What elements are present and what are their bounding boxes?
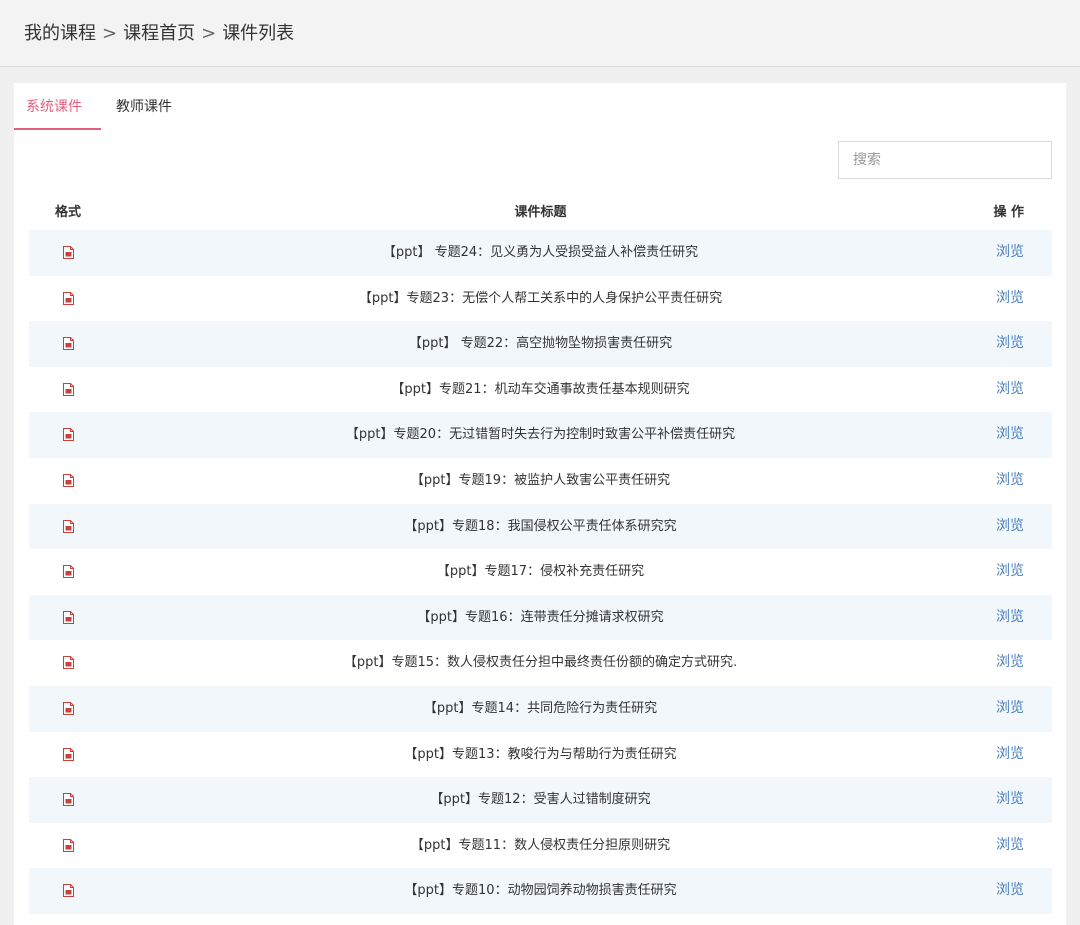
browse-link[interactable]: 浏览 <box>996 458 1024 504</box>
breadcrumb-item-my-courses[interactable]: 我的课程 <box>24 23 96 44</box>
courseware-title: 【ppt】专题15：数人侵权责任分担中最终责任份额的确定方式研究. <box>343 655 738 671</box>
ppt-file-icon <box>63 337 74 351</box>
browse-link[interactable]: 浏览 <box>996 732 1024 778</box>
ppt-file-icon <box>63 656 74 670</box>
courseware-title: 【ppt】专题16：连带责任分摊请求权研究 <box>417 609 664 625</box>
ppt-file-icon <box>63 473 74 487</box>
browse-link[interactable]: 浏览 <box>996 549 1024 595</box>
table-row: 【ppt】专题13：教唆行为与帮助行为责任研究 浏览 <box>29 732 1052 778</box>
ppt-file-icon <box>63 382 74 396</box>
ppt-file-icon <box>63 838 74 852</box>
table-row: 【ppt】专题11：数人侵权责任分担原则研究 浏览 <box>29 823 1052 869</box>
tab-bar: 系统课件 教师课件 <box>14 83 1066 131</box>
ppt-file-icon <box>63 747 74 761</box>
active-tab-indicator <box>14 128 101 130</box>
browse-link[interactable]: 浏览 <box>996 276 1024 322</box>
ppt-file-icon <box>63 793 74 807</box>
table-row: 【ppt】专题18：我国侵权公平责任体系研究究 浏览 <box>29 503 1052 550</box>
table-header: 格式 课件标题 操 作 <box>29 188 1052 230</box>
browse-link[interactable]: 浏览 <box>996 230 1024 276</box>
breadcrumb-item-courseware-list: 课件列表 <box>222 23 295 44</box>
column-header-action: 操 作 <box>993 205 1024 220</box>
ppt-file-icon <box>63 291 74 305</box>
tab-teacher-courseware[interactable]: 教师课件 <box>116 96 172 116</box>
courseware-title: 【ppt】专题20：无过错暂时失去行为控制时致害公平补偿责任研究 <box>345 427 736 443</box>
courseware-title: 【ppt】专题10：动物园饲养动物损害责任研究 <box>404 883 677 899</box>
browse-link[interactable]: 浏览 <box>996 868 1024 914</box>
browse-link[interactable]: 浏览 <box>996 823 1024 869</box>
courseware-title: 【ppt】 专题24：见义勇为人受损受益人补偿责任研究 <box>382 245 699 260</box>
courseware-title: 【ppt】专题18：我国侵权公平责任体系研究究 <box>404 518 677 534</box>
breadcrumb: 我的课程 > 课程首页 > 课件列表 <box>24 19 294 45</box>
table-row: 【ppt】专题10：动物园饲养动物损害责任研究 浏览 <box>29 868 1052 914</box>
browse-link[interactable]: 浏览 <box>996 595 1024 641</box>
table-row: 【ppt】专题12：受害人过错制度研究 浏览 <box>29 777 1052 823</box>
browse-link[interactable]: 浏览 <box>996 504 1024 550</box>
ppt-file-icon <box>63 428 74 442</box>
courseware-title: 【ppt】专题19：被监护人致害公平责任研究 <box>410 472 671 488</box>
browse-link[interactable]: 浏览 <box>996 640 1024 686</box>
courseware-title: 【ppt】专题21：机动车交通事故责任基本规则研究 <box>391 381 690 397</box>
browse-link[interactable]: 浏览 <box>996 686 1024 732</box>
table-row: 【ppt】 专题24：见义勇为人受损受益人补偿责任研究 浏览 <box>29 230 1052 276</box>
ppt-file-icon <box>63 610 74 624</box>
breadcrumb-item-course-home[interactable]: 课程首页 <box>123 23 195 44</box>
courseware-title: 【ppt】专题13：教唆行为与帮助行为责任研究 <box>404 746 677 762</box>
courseware-table: 格式 课件标题 操 作 【ppt】 专题24：见义勇为人受损受益人补偿责任研究浏… <box>29 188 1052 914</box>
tab-system-courseware[interactable]: 系统课件 <box>26 96 82 116</box>
breadcrumb-separator: > <box>201 23 217 44</box>
ppt-file-icon <box>63 565 74 579</box>
table-body: 【ppt】 专题24：见义勇为人受损受益人补偿责任研究 浏览 【ppt】专题23：无… <box>29 230 1052 914</box>
table-row: 【ppt】专题15：数人侵权责任分担中最终责任份额的确定方式研究. 浏览 <box>29 640 1052 686</box>
table-row: 【ppt】 专题22：高空抛物坠物损害责任研究 浏览 <box>29 321 1052 367</box>
table-row: 【ppt】专题19：被监护人致害公平责任研究 浏览 <box>29 458 1052 504</box>
courseware-title: 【ppt】专题17：侵权补充责任研究 <box>436 564 645 580</box>
courseware-title: 【ppt】专题11：数人侵权责任分担原则研究 <box>410 837 671 853</box>
table-row: 【ppt】专题20：无过错暂时失去行为控制时致害公平补偿责任研究 浏览 <box>29 412 1052 458</box>
ppt-file-icon <box>63 519 74 533</box>
ppt-file-icon <box>63 884 74 898</box>
table-row: 【ppt】专题14：共同危险行为责任研究 浏览 <box>29 685 1052 732</box>
breadcrumb-separator: > <box>102 23 118 44</box>
table-row: 【ppt】专题21：机动车交通事故责任基本规则研究 浏览 <box>29 367 1052 413</box>
search-input[interactable] <box>838 141 1052 179</box>
ppt-file-icon <box>63 246 74 259</box>
table-row: 【ppt】专题23：无偿个人帮工关系中的人身保护公平责任研究 浏览 <box>29 276 1052 322</box>
column-header-title: 课件标题 <box>514 205 567 220</box>
top-bar: 我的课程 > 课程首页 > 课件列表 <box>0 0 1080 67</box>
browse-link[interactable]: 浏览 <box>996 412 1024 458</box>
table-row: 【ppt】专题17：侵权补充责任研究 浏览 <box>29 549 1052 595</box>
courseware-title: 【ppt】专题12：受害人过错制度研究 <box>430 792 651 808</box>
courseware-title: 【ppt】 专题22：高空抛物坠物损害责任研究 <box>408 336 673 352</box>
courseware-title: 【ppt】专题14：共同危险行为责任研究 <box>423 700 658 716</box>
browse-link[interactable]: 浏览 <box>996 321 1024 367</box>
courseware-title: 【ppt】专题23：无偿个人帮工关系中的人身保护公平责任研究 <box>358 290 723 306</box>
browse-link[interactable]: 浏览 <box>996 777 1024 823</box>
browse-link[interactable]: 浏览 <box>996 367 1024 413</box>
table-row: 【ppt】专题16：连带责任分摊请求权研究 浏览 <box>29 594 1052 641</box>
content-panel: 系统课件 教师课件 格式 课件标题 操 作 【ppt】 专题24：见义勇为人受损… <box>14 83 1066 925</box>
ppt-file-icon <box>63 701 74 715</box>
